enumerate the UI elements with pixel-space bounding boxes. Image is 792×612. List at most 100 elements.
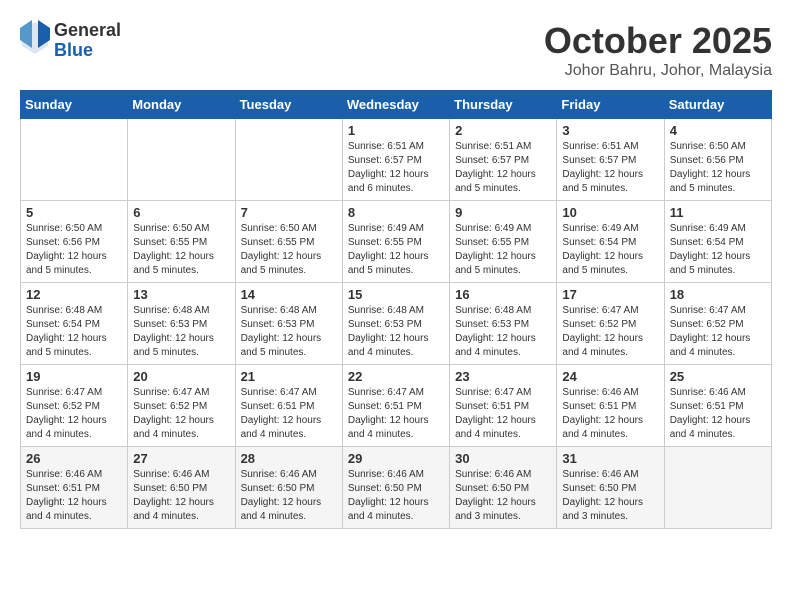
calendar-cell: 7 Sunrise: 6:50 AM Sunset: 6:55 PM Daylig… [235,201,342,283]
calendar-cell: 10 Sunrise: 6:49 AM Sunset: 6:54 PM Dayli… [557,201,664,283]
calendar-cell: 16 Sunrise: 6:48 AM Sunset: 6:53 PM Dayli… [450,283,557,365]
logo: General Blue [20,20,121,61]
weekday-header-friday: Friday [557,91,664,119]
weekday-header-row: SundayMondayTuesdayWednesdayThursdayFrid… [21,91,772,119]
day-info: Sunrise: 6:48 AM Sunset: 6:53 PM Dayligh… [348,304,444,360]
day-number: 10 [562,205,658,220]
day-number: 15 [348,287,444,302]
day-number: 25 [670,369,766,384]
day-number: 21 [241,369,337,384]
day-info: Sunrise: 6:48 AM Sunset: 6:53 PM Dayligh… [455,304,551,360]
day-info: Sunrise: 6:46 AM Sunset: 6:51 PM Dayligh… [26,468,122,524]
day-number: 16 [455,287,551,302]
day-info: Sunrise: 6:51 AM Sunset: 6:57 PM Dayligh… [348,140,444,196]
day-info: Sunrise: 6:46 AM Sunset: 6:50 PM Dayligh… [455,468,551,524]
calendar-cell: 5 Sunrise: 6:50 AM Sunset: 6:56 PM Daylig… [21,201,128,283]
day-number: 12 [26,287,122,302]
calendar-cell: 17Sunrise: 6:47 AM Sunset: 6:52 PM Dayli… [557,283,664,365]
weekday-header-saturday: Saturday [664,91,771,119]
day-info: Sunrise: 6:47 AM Sunset: 6:52 PM Dayligh… [133,386,229,442]
day-number: 23 [455,369,551,384]
day-info: Sunrise: 6:50 AM Sunset: 6:55 PM Dayligh… [241,222,337,278]
week-row-1: 1 Sunrise: 6:51 AM Sunset: 6:57 PM Daylig… [21,119,772,201]
day-number: 20 [133,369,229,384]
day-info: Sunrise: 6:46 AM Sunset: 6:50 PM Dayligh… [348,468,444,524]
day-info: Sunrise: 6:48 AM Sunset: 6:53 PM Dayligh… [133,304,229,360]
day-info: Sunrise: 6:50 AM Sunset: 6:56 PM Dayligh… [26,222,122,278]
day-number: 11 [670,205,766,220]
day-info: Sunrise: 6:47 AM Sunset: 6:51 PM Dayligh… [455,386,551,442]
day-number: 8 [348,205,444,220]
weekday-header-thursday: Thursday [450,91,557,119]
day-number: 18 [670,287,766,302]
day-number: 5 [26,205,122,220]
week-row-4: 19Sunrise: 6:47 AM Sunset: 6:52 PM Dayli… [21,365,772,447]
calendar: SundayMondayTuesdayWednesdayThursdayFrid… [20,90,772,529]
weekday-header-tuesday: Tuesday [235,91,342,119]
day-number: 29 [348,451,444,466]
week-row-3: 12 Sunrise: 6:48 AM Sunset: 6:54 PM Dayli… [21,283,772,365]
calendar-cell: 30 Sunrise: 6:46 AM Sunset: 6:50 PM Dayli… [450,447,557,529]
calendar-cell: 28 Sunrise: 6:46 AM Sunset: 6:50 PM Dayli… [235,447,342,529]
calendar-cell: 8 Sunrise: 6:49 AM Sunset: 6:55 PM Daylig… [342,201,449,283]
day-info: Sunrise: 6:49 AM Sunset: 6:55 PM Dayligh… [348,222,444,278]
day-number: 26 [26,451,122,466]
calendar-cell: 3 Sunrise: 6:51 AM Sunset: 6:57 PM Daylig… [557,119,664,201]
week-row-2: 5 Sunrise: 6:50 AM Sunset: 6:56 PM Daylig… [21,201,772,283]
day-info: Sunrise: 6:51 AM Sunset: 6:57 PM Dayligh… [455,140,551,196]
calendar-cell: 19Sunrise: 6:47 AM Sunset: 6:52 PM Dayli… [21,365,128,447]
day-info: Sunrise: 6:51 AM Sunset: 6:57 PM Dayligh… [562,140,658,196]
day-number: 7 [241,205,337,220]
day-info: Sunrise: 6:46 AM Sunset: 6:50 PM Dayligh… [562,468,658,524]
calendar-cell: 31Sunrise: 6:46 AM Sunset: 6:50 PM Dayli… [557,447,664,529]
day-info: Sunrise: 6:47 AM Sunset: 6:51 PM Dayligh… [241,386,337,442]
calendar-cell: 25 Sunrise: 6:46 AM Sunset: 6:51 PM Dayli… [664,365,771,447]
calendar-cell [21,119,128,201]
calendar-cell [128,119,235,201]
day-info: Sunrise: 6:48 AM Sunset: 6:53 PM Dayligh… [241,304,337,360]
calendar-cell: 26 Sunrise: 6:46 AM Sunset: 6:51 PM Dayli… [21,447,128,529]
weekday-header-wednesday: Wednesday [342,91,449,119]
calendar-cell: 20 Sunrise: 6:47 AM Sunset: 6:52 PM Dayli… [128,365,235,447]
day-info: Sunrise: 6:47 AM Sunset: 6:52 PM Dayligh… [562,304,658,360]
day-info: Sunrise: 6:50 AM Sunset: 6:55 PM Dayligh… [133,222,229,278]
weekday-header-sunday: Sunday [21,91,128,119]
calendar-cell: 9Sunrise: 6:49 AM Sunset: 6:55 PM Daylig… [450,201,557,283]
day-number: 30 [455,451,551,466]
day-info: Sunrise: 6:46 AM Sunset: 6:50 PM Dayligh… [241,468,337,524]
day-info: Sunrise: 6:49 AM Sunset: 6:54 PM Dayligh… [562,222,658,278]
day-info: Sunrise: 6:48 AM Sunset: 6:54 PM Dayligh… [26,304,122,360]
logo-text: General Blue [54,21,121,61]
day-number: 22 [348,369,444,384]
day-info: Sunrise: 6:46 AM Sunset: 6:51 PM Dayligh… [562,386,658,442]
calendar-cell: 1 Sunrise: 6:51 AM Sunset: 6:57 PM Daylig… [342,119,449,201]
day-number: 27 [133,451,229,466]
calendar-cell: 4Sunrise: 6:50 AM Sunset: 6:56 PM Daylig… [664,119,771,201]
calendar-cell: 15 Sunrise: 6:48 AM Sunset: 6:53 PM Dayli… [342,283,449,365]
logo-icon [20,20,50,61]
calendar-cell: 22Sunrise: 6:47 AM Sunset: 6:51 PM Dayli… [342,365,449,447]
title-block: October 2025 Johor Bahru, Johor, Malaysi… [544,20,772,80]
day-info: Sunrise: 6:46 AM Sunset: 6:51 PM Dayligh… [670,386,766,442]
page-header: General Blue October 2025 Johor Bahru, J… [20,20,772,80]
calendar-cell: 18Sunrise: 6:47 AM Sunset: 6:52 PM Dayli… [664,283,771,365]
calendar-cell: 6Sunrise: 6:50 AM Sunset: 6:55 PM Daylig… [128,201,235,283]
month-title: October 2025 [544,20,772,62]
calendar-cell [235,119,342,201]
calendar-cell: 27Sunrise: 6:46 AM Sunset: 6:50 PM Dayli… [128,447,235,529]
day-number: 1 [348,123,444,138]
day-number: 28 [241,451,337,466]
day-number: 3 [562,123,658,138]
day-number: 9 [455,205,551,220]
week-row-5: 26 Sunrise: 6:46 AM Sunset: 6:51 PM Dayli… [21,447,772,529]
day-number: 13 [133,287,229,302]
weekday-header-monday: Monday [128,91,235,119]
day-info: Sunrise: 6:47 AM Sunset: 6:52 PM Dayligh… [26,386,122,442]
calendar-cell: 14 Sunrise: 6:48 AM Sunset: 6:53 PM Dayli… [235,283,342,365]
day-number: 24 [562,369,658,384]
calendar-cell: 12 Sunrise: 6:48 AM Sunset: 6:54 PM Dayli… [21,283,128,365]
calendar-cell: 24 Sunrise: 6:46 AM Sunset: 6:51 PM Dayli… [557,365,664,447]
calendar-cell: 11 Sunrise: 6:49 AM Sunset: 6:54 PM Dayli… [664,201,771,283]
day-number: 14 [241,287,337,302]
day-info: Sunrise: 6:49 AM Sunset: 6:54 PM Dayligh… [670,222,766,278]
